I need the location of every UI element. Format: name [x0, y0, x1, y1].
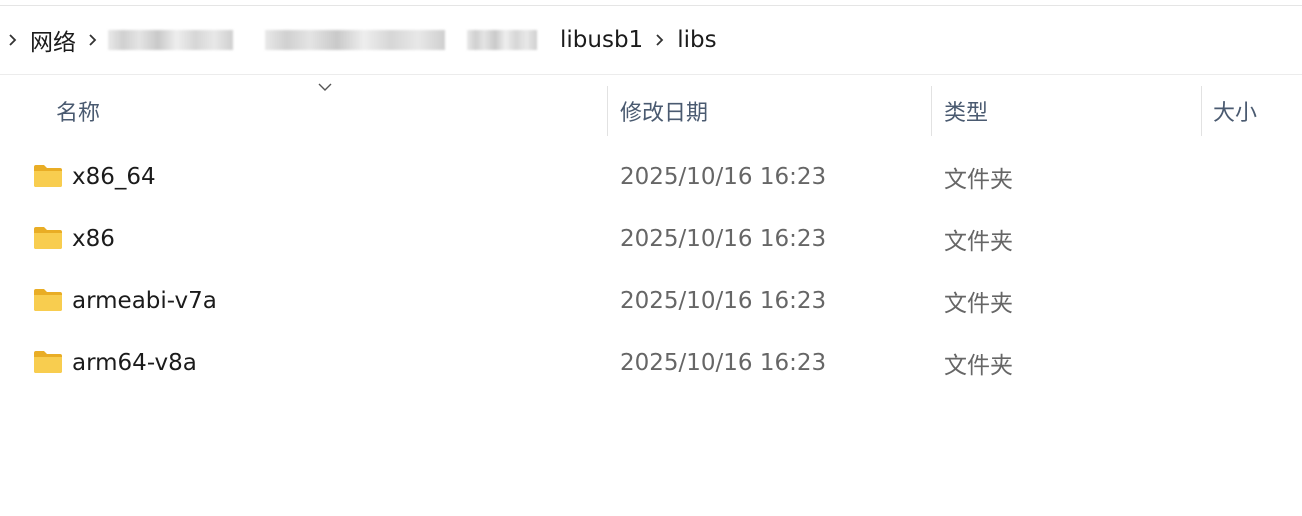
column-header-type[interactable]: 类型 — [944, 84, 988, 138]
file-type: 文件夹 — [944, 229, 1013, 255]
redacted-segment — [108, 30, 233, 50]
breadcrumb-libs[interactable]: libs — [673, 27, 720, 53]
list-item[interactable]: armeabi-v7a 2025/10/16 16:23 文件夹 — [0, 270, 1302, 332]
breadcrumb-network[interactable]: 网络 — [26, 23, 80, 57]
column-header-size[interactable]: 大小 — [1213, 84, 1257, 138]
sort-descending-icon — [318, 83, 332, 91]
list-item[interactable]: arm64-v8a 2025/10/16 16:23 文件夹 — [0, 332, 1302, 394]
column-resize-handle[interactable] — [607, 86, 608, 136]
folder-icon — [34, 165, 62, 187]
list-item[interactable]: x86_64 2025/10/16 16:23 文件夹 — [0, 146, 1302, 208]
breadcrumb: 网络 libusb1 libs — [0, 6, 1302, 74]
column-header-row: 名称 修改日期 类型 大小 — [0, 83, 1302, 138]
redacted-segment — [265, 30, 445, 50]
file-modified: 2025/10/16 16:23 — [620, 288, 827, 314]
file-modified: 2025/10/16 16:23 — [620, 350, 827, 376]
file-modified: 2025/10/16 16:23 — [620, 226, 827, 252]
column-header-name[interactable]: 名称 — [56, 84, 100, 138]
list-item[interactable]: x86 2025/10/16 16:23 文件夹 — [0, 208, 1302, 270]
file-name[interactable]: x86 — [72, 208, 115, 270]
file-name[interactable]: x86_64 — [72, 146, 156, 208]
chevron-right-icon[interactable] — [0, 20, 26, 60]
file-type: 文件夹 — [944, 167, 1013, 193]
chevron-right-icon[interactable] — [80, 20, 106, 60]
redacted-segment — [467, 30, 537, 50]
divider — [0, 74, 1302, 75]
file-name[interactable]: arm64-v8a — [72, 332, 197, 394]
chevron-right-icon[interactable] — [546, 20, 556, 60]
column-resize-handle[interactable] — [1201, 86, 1202, 136]
chevron-right-icon[interactable] — [647, 20, 673, 60]
file-type: 文件夹 — [944, 291, 1013, 317]
column-header-modified[interactable]: 修改日期 — [620, 84, 708, 138]
folder-icon — [34, 289, 62, 311]
file-modified: 2025/10/16 16:23 — [620, 164, 827, 190]
file-type: 文件夹 — [944, 353, 1013, 379]
file-name[interactable]: armeabi-v7a — [72, 270, 217, 332]
folder-icon — [34, 351, 62, 373]
breadcrumb-libusb1[interactable]: libusb1 — [556, 27, 647, 53]
breadcrumb-redacted-path[interactable] — [106, 30, 546, 50]
folder-icon — [34, 227, 62, 249]
column-resize-handle[interactable] — [931, 86, 932, 136]
